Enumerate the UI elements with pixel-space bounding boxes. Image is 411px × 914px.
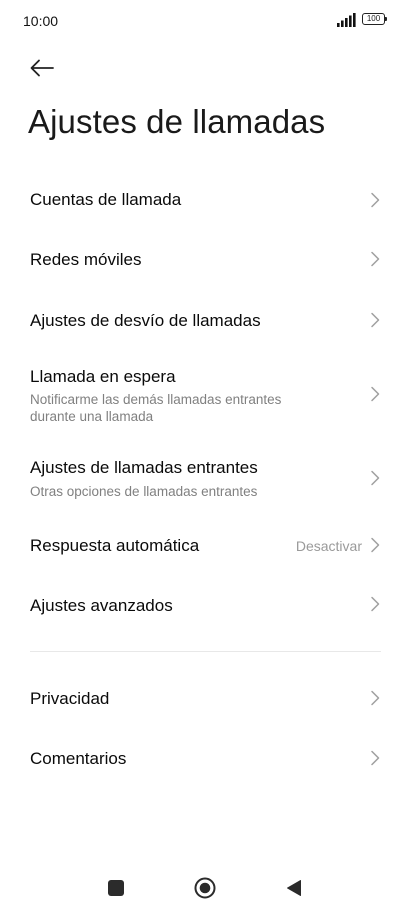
chevron-right-icon: [371, 750, 380, 766]
arrow-left-icon: [30, 59, 54, 77]
chevron-right-icon: [371, 192, 380, 208]
row-subtitle: Notificarme las demás llamadas entrantes…: [30, 392, 282, 424]
row-mobile-networks[interactable]: Redes móviles: [0, 230, 411, 290]
battery-icon: 100: [362, 13, 388, 25]
status-time: 10:00: [23, 13, 59, 29]
row-title: Ajustes avanzados: [30, 596, 173, 615]
row-privacy[interactable]: Privacidad: [0, 668, 411, 728]
back-button[interactable]: [22, 48, 62, 88]
section-divider: [30, 651, 381, 652]
home-button[interactable]: [194, 877, 216, 899]
row-advanced-settings[interactable]: Ajustes avanzados: [0, 575, 411, 635]
status-bar: 10:00 100: [0, 0, 411, 40]
row-title: Cuentas de llamada: [30, 190, 182, 209]
battery-level: 100: [362, 13, 385, 25]
row-value: Desactivar: [295, 538, 362, 554]
row-call-accounts[interactable]: Cuentas de llamada: [0, 170, 411, 230]
row-call-waiting[interactable]: Llamada en espera Notificarme las demás …: [0, 355, 411, 435]
chevron-right-icon: [371, 386, 380, 402]
row-incoming-call-settings[interactable]: Ajustes de llamadas entrantes Otras opci…: [0, 445, 411, 510]
row-subtitle: Otras opciones de llamadas entrantes: [30, 484, 258, 499]
row-title: Comentarios: [30, 749, 127, 768]
row-title: Respuesta automática: [30, 536, 200, 555]
row-title: Ajustes de desvío de llamadas: [30, 311, 261, 330]
row-call-forwarding[interactable]: Ajustes de desvío de llamadas: [0, 290, 411, 350]
nav-back-button[interactable]: [285, 879, 303, 897]
row-title: Redes móviles: [30, 250, 142, 269]
recents-button[interactable]: [108, 880, 124, 896]
row-feedback[interactable]: Comentarios: [0, 728, 411, 788]
row-title: Llamada en espera: [30, 367, 176, 386]
chevron-right-icon: [371, 690, 380, 706]
signal-bars-icon: [337, 13, 356, 27]
row-title: Privacidad: [30, 689, 110, 708]
chevron-right-icon: [371, 251, 380, 267]
call-settings-screen: 10:00 100 Ajustes de llamadas Cuentas de…: [0, 0, 411, 914]
row-title: Ajustes de llamadas entrantes: [30, 458, 258, 477]
chevron-right-icon: [371, 596, 380, 612]
chevron-right-icon: [371, 537, 380, 553]
page-title: Ajustes de llamadas: [28, 103, 326, 140]
chevron-right-icon: [371, 470, 380, 486]
row-auto-answer[interactable]: Respuesta automática Desactivar: [0, 515, 411, 575]
chevron-right-icon: [371, 312, 380, 328]
